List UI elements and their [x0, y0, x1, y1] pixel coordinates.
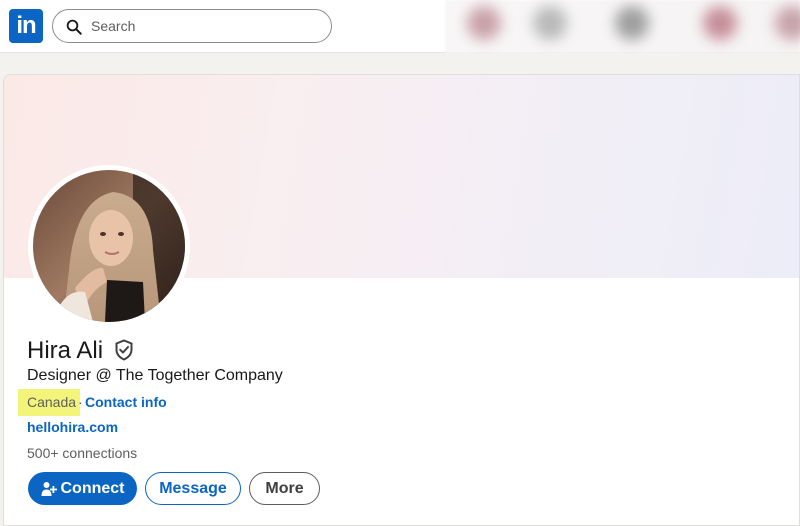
search-icon — [66, 19, 82, 35]
message-button[interactable]: Message — [145, 472, 241, 505]
blurred-nav-icon[interactable] — [533, 6, 567, 40]
profile-name: Hira Ali — [27, 337, 104, 364]
connect-button-label: Connect — [60, 479, 125, 497]
more-button[interactable]: More — [249, 472, 320, 505]
connections-count[interactable]: 500+ connections — [27, 445, 137, 461]
linkedin-logo[interactable]: in — [9, 9, 43, 43]
connect-button[interactable]: Connect — [28, 472, 137, 505]
separator-dot: · — [78, 394, 83, 410]
blurred-nav-icon[interactable] — [467, 6, 501, 40]
blurred-nav-icon[interactable] — [703, 6, 737, 40]
verified-shield-icon[interactable] — [114, 339, 134, 361]
profile-headline: Designer @ The Together Company — [27, 367, 283, 384]
website-link[interactable]: hellohira.com — [27, 419, 118, 435]
blurred-nav-icon[interactable] — [775, 6, 800, 40]
profile-avatar-frame — [28, 165, 190, 327]
add-person-icon — [41, 481, 57, 496]
message-button-label: Message — [159, 479, 227, 497]
search-input[interactable] — [91, 16, 321, 36]
more-button-label: More — [265, 479, 304, 497]
top-navigation-bar: in — [0, 0, 800, 53]
profile-card: Hira Ali Designer @ The Together Company… — [3, 74, 800, 526]
profile-photo[interactable] — [33, 170, 185, 322]
blurred-nav-icons — [445, 0, 800, 53]
contact-info-link[interactable]: Contact info — [85, 394, 167, 410]
blurred-nav-icon[interactable] — [615, 6, 649, 40]
search-box[interactable] — [52, 9, 332, 43]
profile-location: Canada — [27, 394, 77, 410]
